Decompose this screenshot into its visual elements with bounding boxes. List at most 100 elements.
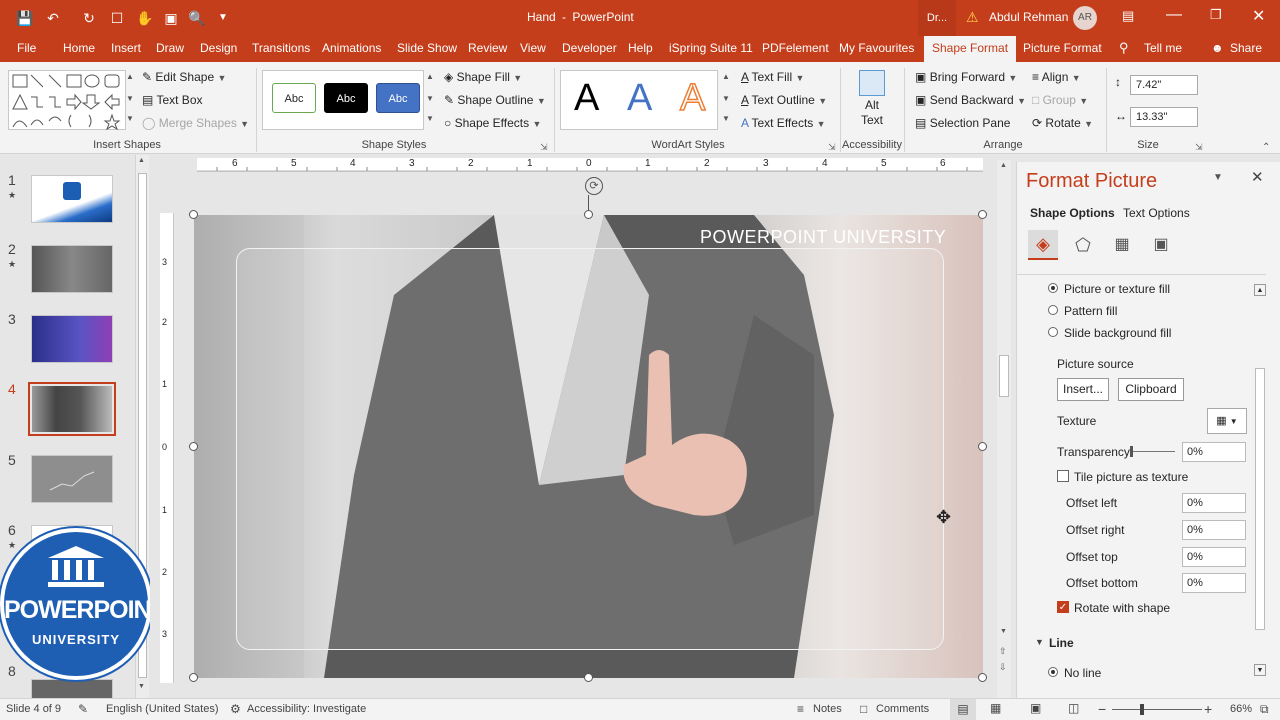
resize-handle-sw[interactable]	[189, 673, 198, 682]
offset-left-input[interactable]: 0%	[1182, 493, 1246, 513]
clipboard-button[interactable]: Clipboard	[1118, 378, 1184, 401]
no-line-radio[interactable]	[1048, 667, 1058, 677]
slide-thumbnail-3[interactable]	[31, 315, 113, 363]
shapes-more[interactable]: ▼	[126, 114, 134, 123]
tab-pdfelement[interactable]: PDFelement	[756, 36, 835, 62]
rotate-with-shape-checkbox[interactable]: ✓	[1057, 601, 1069, 613]
language-indicator[interactable]: English (United States)	[106, 703, 219, 715]
tab-view[interactable]: View	[514, 36, 552, 62]
transparency-input[interactable]: 0%	[1182, 442, 1246, 462]
spelling-icon[interactable]: ✎	[78, 702, 88, 716]
scroll-up-icon[interactable]: ▲	[138, 157, 145, 164]
tell-me[interactable]: Tell me	[1138, 36, 1188, 62]
selection-pane-button[interactable]: ▤ Selection Pane	[915, 116, 1010, 130]
zoom-in-icon[interactable]: +	[1204, 701, 1212, 717]
styles-scroll-up[interactable]: ▲	[426, 72, 434, 81]
scroll-up-icon[interactable]: ▲	[1000, 162, 1007, 169]
scroll-down-icon[interactable]: ▼	[1254, 664, 1266, 676]
tab-picture-format[interactable]: Picture Format	[1017, 36, 1108, 62]
merge-shapes-button[interactable]: ◯ Merge Shapes ▼	[142, 116, 249, 130]
minimize-icon[interactable]: —	[1166, 6, 1182, 24]
wordart-more[interactable]: ▼	[722, 114, 730, 123]
styles-more[interactable]: ▼	[426, 114, 434, 123]
previous-slide-icon[interactable]: ⇧	[999, 646, 1007, 657]
tab-help[interactable]: Help	[622, 36, 659, 62]
tab-draw[interactable]: Draw	[150, 36, 190, 62]
text-effects-button[interactable]: A Text Effects ▼	[741, 116, 826, 130]
shape-fill-button[interactable]: ◈ Shape Fill ▼	[444, 70, 522, 84]
group-button[interactable]: □ Group ▼	[1032, 93, 1088, 107]
tab-file[interactable]: File	[11, 36, 42, 62]
styles-scroll-down[interactable]: ▼	[426, 94, 434, 103]
share-button[interactable]: Share	[1224, 36, 1268, 62]
edit-shape-button[interactable]: ✎ Edit Shape ▼	[142, 70, 226, 84]
dialog-launcher-icon[interactable]: ⇲	[828, 142, 836, 153]
alt-text-button[interactable]: Alt Text	[852, 68, 892, 136]
pane-close-icon[interactable]: ✕	[1251, 168, 1264, 186]
wordart-style-blue[interactable]: A	[627, 76, 652, 120]
user-name[interactable]: Abdul Rehman	[989, 10, 1068, 24]
search-box[interactable]: Dr...	[918, 0, 956, 36]
rotate-button[interactable]: ⟳ Rotate ▼	[1032, 116, 1093, 130]
tab-shape-format[interactable]: Shape Format	[924, 36, 1017, 62]
insert-picture-button[interactable]: Insert...	[1057, 378, 1109, 401]
shape-width-input[interactable]: 13.33"	[1130, 107, 1198, 127]
slide-thumbnail-5[interactable]	[31, 455, 113, 503]
resize-handle-nw[interactable]	[189, 210, 198, 219]
text-fill-button[interactable]: A Text Fill ▼	[741, 70, 804, 84]
tab-developer[interactable]: Developer	[556, 36, 623, 62]
print-preview-icon[interactable]: 🔍	[186, 8, 208, 28]
dialog-launcher-icon[interactable]: ⇲	[540, 142, 548, 153]
normal-view-icon[interactable]: ▤	[950, 699, 976, 720]
transparency-slider-thumb[interactable]	[1130, 446, 1133, 457]
slide-heading[interactable]: POWERPOINT UNIVERSITY	[700, 227, 946, 248]
wordart-scroll-up[interactable]: ▲	[722, 72, 730, 81]
tab-slide-show[interactable]: Slide Show	[391, 36, 463, 62]
texture-picker[interactable]: ▦ ▼	[1207, 408, 1247, 434]
shapes-scroll-down[interactable]: ▼	[126, 94, 134, 103]
scroll-down-icon[interactable]: ▼	[1000, 628, 1007, 635]
shapes-scroll-up[interactable]: ▲	[126, 72, 134, 81]
offset-right-input[interactable]: 0%	[1182, 520, 1246, 540]
slide[interactable]: POWERPOINT UNIVERSITY	[194, 215, 983, 678]
next-slide-icon[interactable]: ⇩	[999, 662, 1007, 673]
zoom-out-icon[interactable]: −	[1098, 701, 1106, 717]
picture-fill-radio[interactable]	[1048, 283, 1058, 293]
shape-effects-button[interactable]: ○ Shape Effects ▼	[444, 116, 541, 130]
close-icon[interactable]: ✕	[1252, 6, 1265, 26]
shape-outline-button[interactable]: ✎ Shape Outline ▼	[444, 93, 546, 107]
zoom-slider[interactable]	[1112, 709, 1202, 710]
text-outline-button[interactable]: A Text Outline ▼	[741, 93, 827, 107]
ribbon-display-icon[interactable]: ▤	[1122, 8, 1134, 24]
shapes-gallery[interactable]	[8, 70, 126, 131]
wordart-style-black[interactable]: A	[574, 76, 599, 120]
save-icon[interactable]: 💾	[14, 8, 36, 28]
scroll-down-icon[interactable]: ▼	[138, 683, 145, 690]
size-properties-icon[interactable]: ▦	[1109, 232, 1135, 258]
tab-home[interactable]: Home	[57, 36, 101, 62]
fit-to-window-icon[interactable]: ⧉	[1260, 702, 1269, 717]
slide-sorter-icon[interactable]: ▦	[990, 701, 1001, 715]
resize-handle-ne[interactable]	[978, 210, 987, 219]
dialog-launcher-icon[interactable]: ⇲	[1195, 142, 1203, 153]
slide-thumbnail-1[interactable]	[31, 175, 113, 223]
present-icon[interactable]: ☐	[106, 8, 128, 28]
resize-handle-se[interactable]	[978, 673, 987, 682]
tab-transitions[interactable]: Transitions	[246, 36, 316, 62]
pane-options-chevron-icon[interactable]: ▼	[1213, 172, 1223, 183]
customize-qat-icon[interactable]: ▼	[212, 8, 234, 28]
zoom-slider-thumb[interactable]	[1140, 704, 1144, 715]
canvas-scrollbar[interactable]: ▲ ▼ ⇧ ⇩	[997, 160, 1011, 698]
line-section-chevron-icon[interactable]: ▼	[1035, 637, 1044, 647]
scroll-thumb[interactable]	[999, 355, 1009, 397]
tab-animations[interactable]: Animations	[316, 36, 387, 62]
resize-handle-w[interactable]	[189, 442, 198, 451]
slide-thumbnail-8[interactable]	[31, 679, 113, 699]
slideshow-view-icon[interactable]: ◫	[1068, 701, 1079, 715]
tab-review[interactable]: Review	[462, 36, 513, 62]
reading-view-icon[interactable]: ▣	[1030, 701, 1041, 715]
wordart-scroll-down[interactable]: ▼	[722, 94, 730, 103]
avatar[interactable]: AR	[1073, 6, 1097, 30]
zoom-level[interactable]: 66%	[1230, 703, 1252, 715]
tab-design[interactable]: Design	[194, 36, 243, 62]
